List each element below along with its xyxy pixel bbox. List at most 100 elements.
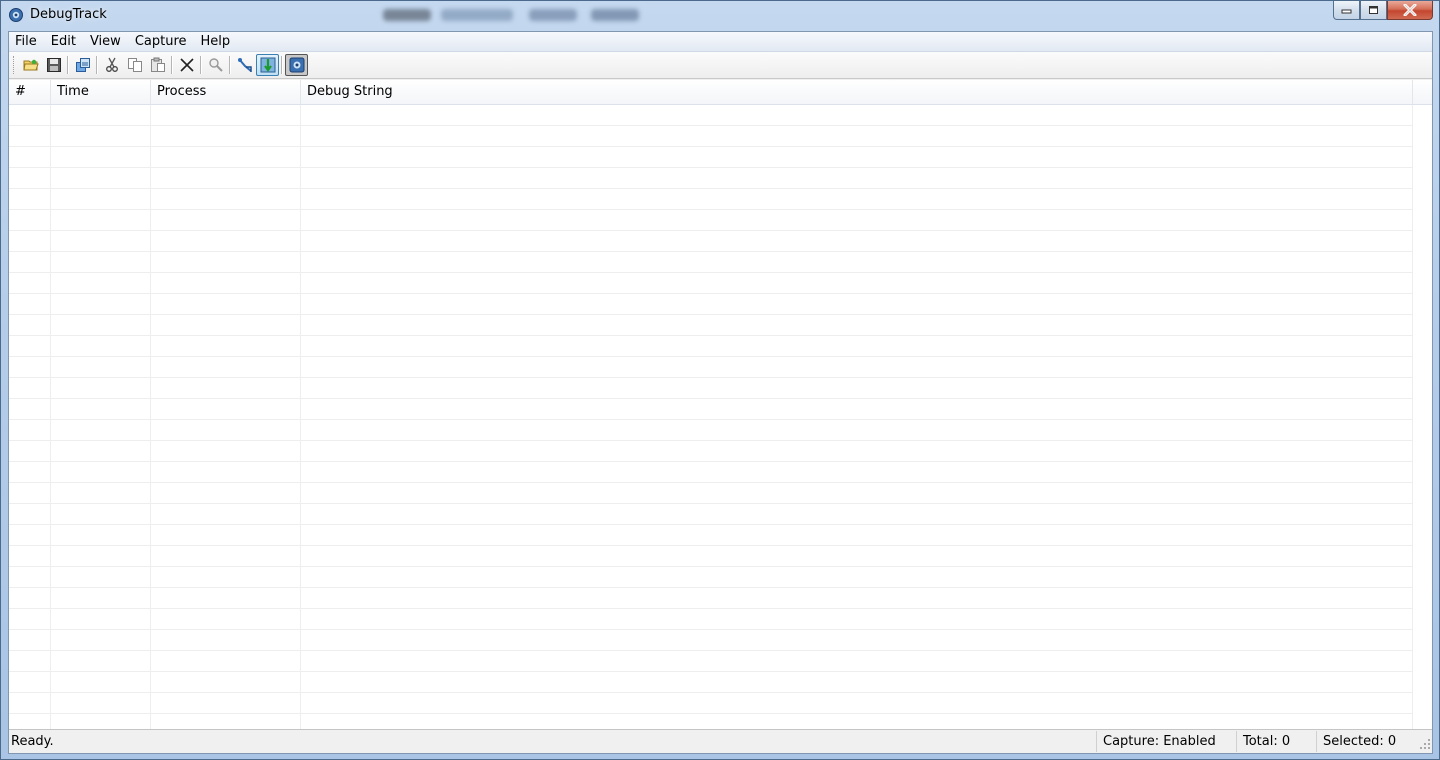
table-cell bbox=[9, 126, 51, 146]
table-cell bbox=[51, 378, 151, 398]
table-row[interactable] bbox=[9, 567, 1432, 588]
table-cell bbox=[9, 399, 51, 419]
restore-button[interactable] bbox=[1360, 1, 1387, 20]
cut-button[interactable] bbox=[100, 54, 123, 76]
title-bar[interactable]: DebugTrack bbox=[1, 1, 1439, 31]
table-row[interactable] bbox=[9, 294, 1432, 315]
menu-edit[interactable]: Edit bbox=[44, 32, 83, 51]
table-row[interactable] bbox=[9, 693, 1432, 714]
table-row[interactable] bbox=[9, 504, 1432, 525]
cut-icon bbox=[105, 57, 118, 72]
table-row[interactable] bbox=[9, 378, 1432, 399]
table-row[interactable] bbox=[9, 126, 1432, 147]
table-cell bbox=[9, 609, 51, 629]
column-header-debug-string[interactable]: Debug String bbox=[301, 80, 1413, 104]
copy-button[interactable] bbox=[123, 54, 146, 76]
table-row[interactable] bbox=[9, 231, 1432, 252]
save-icon bbox=[46, 58, 61, 72]
table-row[interactable] bbox=[9, 252, 1432, 273]
copy-window-button[interactable] bbox=[71, 54, 94, 76]
toolbar-separator bbox=[281, 56, 283, 74]
status-selected: Selected: 0 bbox=[1316, 731, 1416, 752]
table-row[interactable] bbox=[9, 399, 1432, 420]
table-cell bbox=[301, 378, 1413, 398]
menu-file[interactable]: File bbox=[9, 32, 44, 51]
table-row[interactable] bbox=[9, 651, 1432, 672]
table-cell bbox=[51, 567, 151, 587]
table-cell bbox=[51, 462, 151, 482]
menu-capture[interactable]: Capture bbox=[128, 32, 194, 51]
table-row[interactable] bbox=[9, 546, 1432, 567]
table-cell bbox=[151, 252, 301, 272]
copy-window-icon bbox=[75, 58, 90, 72]
table-row[interactable] bbox=[9, 210, 1432, 231]
autoscroll-button[interactable] bbox=[256, 54, 279, 76]
resize-grip-icon[interactable] bbox=[1416, 731, 1432, 752]
table-row[interactable] bbox=[9, 336, 1432, 357]
table-row[interactable] bbox=[9, 609, 1432, 630]
table-cell bbox=[301, 693, 1413, 713]
filter-button[interactable] bbox=[233, 54, 256, 76]
save-button[interactable] bbox=[42, 54, 65, 76]
table-cell bbox=[301, 588, 1413, 608]
open-folder-icon bbox=[22, 59, 39, 71]
table-cell bbox=[301, 252, 1413, 272]
table-row[interactable] bbox=[9, 315, 1432, 336]
table-row[interactable] bbox=[9, 672, 1432, 693]
debug-list-view[interactable]: # Time Process Debug String bbox=[9, 80, 1432, 730]
table-cell bbox=[51, 210, 151, 230]
table-cell bbox=[9, 315, 51, 335]
table-cell bbox=[51, 147, 151, 167]
table-row[interactable] bbox=[9, 168, 1432, 189]
find-button[interactable] bbox=[204, 54, 227, 76]
capture-button[interactable] bbox=[285, 54, 308, 76]
table-cell bbox=[151, 651, 301, 671]
table-row[interactable] bbox=[9, 357, 1432, 378]
blurred-taskbar-text bbox=[441, 9, 513, 21]
table-row[interactable] bbox=[9, 462, 1432, 483]
table-cell bbox=[151, 441, 301, 461]
table-row[interactable] bbox=[9, 588, 1432, 609]
delete-button[interactable] bbox=[175, 54, 198, 76]
paste-button[interactable] bbox=[146, 54, 169, 76]
table-cell bbox=[51, 357, 151, 377]
table-row[interactable] bbox=[9, 441, 1432, 462]
table-cell bbox=[151, 693, 301, 713]
table-cell bbox=[151, 504, 301, 524]
table-row[interactable] bbox=[9, 420, 1432, 441]
table-row[interactable] bbox=[9, 483, 1432, 504]
menu-help[interactable]: Help bbox=[194, 32, 238, 51]
minimize-button[interactable] bbox=[1333, 1, 1360, 20]
table-cell bbox=[151, 714, 301, 730]
copy-icon bbox=[127, 58, 142, 72]
table-cell bbox=[51, 483, 151, 503]
status-total: Total: 0 bbox=[1236, 731, 1316, 752]
table-cell bbox=[151, 105, 301, 125]
column-header-number[interactable]: # bbox=[9, 80, 51, 104]
table-cell bbox=[9, 567, 51, 587]
table-cell bbox=[151, 420, 301, 440]
table-cell bbox=[301, 315, 1413, 335]
table-cell bbox=[9, 651, 51, 671]
table-cell bbox=[9, 441, 51, 461]
list-header: # Time Process Debug String bbox=[9, 80, 1432, 105]
table-cell bbox=[9, 693, 51, 713]
table-cell bbox=[151, 189, 301, 209]
column-header-time[interactable]: Time bbox=[51, 80, 151, 104]
table-row[interactable] bbox=[9, 189, 1432, 210]
toolbar-separator bbox=[200, 56, 202, 74]
menu-bar: File Edit View Capture Help bbox=[9, 32, 1432, 52]
table-row[interactable] bbox=[9, 105, 1432, 126]
table-cell bbox=[9, 189, 51, 209]
table-row[interactable] bbox=[9, 147, 1432, 168]
table-row[interactable] bbox=[9, 630, 1432, 651]
table-row[interactable] bbox=[9, 714, 1432, 730]
toolbar-grip[interactable] bbox=[13, 56, 16, 74]
table-row[interactable] bbox=[9, 273, 1432, 294]
menu-view[interactable]: View bbox=[83, 32, 128, 51]
column-header-process[interactable]: Process bbox=[151, 80, 301, 104]
close-button[interactable] bbox=[1387, 1, 1433, 20]
open-button[interactable] bbox=[19, 54, 42, 76]
table-cell bbox=[51, 336, 151, 356]
table-row[interactable] bbox=[9, 525, 1432, 546]
